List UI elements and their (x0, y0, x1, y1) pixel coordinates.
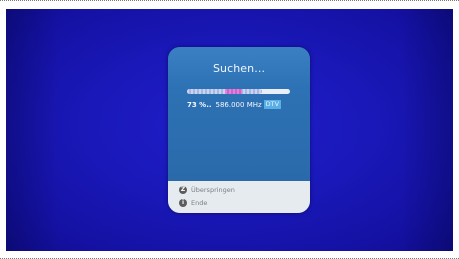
skip-action[interactable]: Z Überspringen (179, 185, 235, 195)
exit-action[interactable]: i Ende (179, 198, 207, 208)
current-frequency: 586.000 MHz (215, 100, 262, 109)
info-key-icon: i (179, 199, 187, 207)
progress-percent: 73 %.. (187, 100, 212, 109)
skip-label: Überspringen (191, 186, 235, 194)
exit-label: Ende (191, 199, 208, 207)
search-progress-bar (187, 89, 290, 94)
search-progress-tip (224, 89, 242, 94)
dialog-footer: Z Überspringen i Ende (168, 181, 310, 213)
tv-screen: Suchen... 73 %.. 586.000 MHz DTV Z Übers… (6, 9, 453, 251)
dialog-title: Suchen... (212, 62, 266, 75)
z-key-icon: Z (179, 186, 187, 194)
channel-search-dialog: Suchen... 73 %.. 586.000 MHz DTV Z Übers… (168, 47, 310, 213)
dialog-body: Suchen... 73 %.. 586.000 MHz DTV (168, 47, 310, 181)
search-status-row: 73 %.. 586.000 MHz DTV (187, 99, 282, 110)
search-progress-fill (187, 89, 263, 94)
signal-type-badge: DTV (263, 100, 282, 109)
